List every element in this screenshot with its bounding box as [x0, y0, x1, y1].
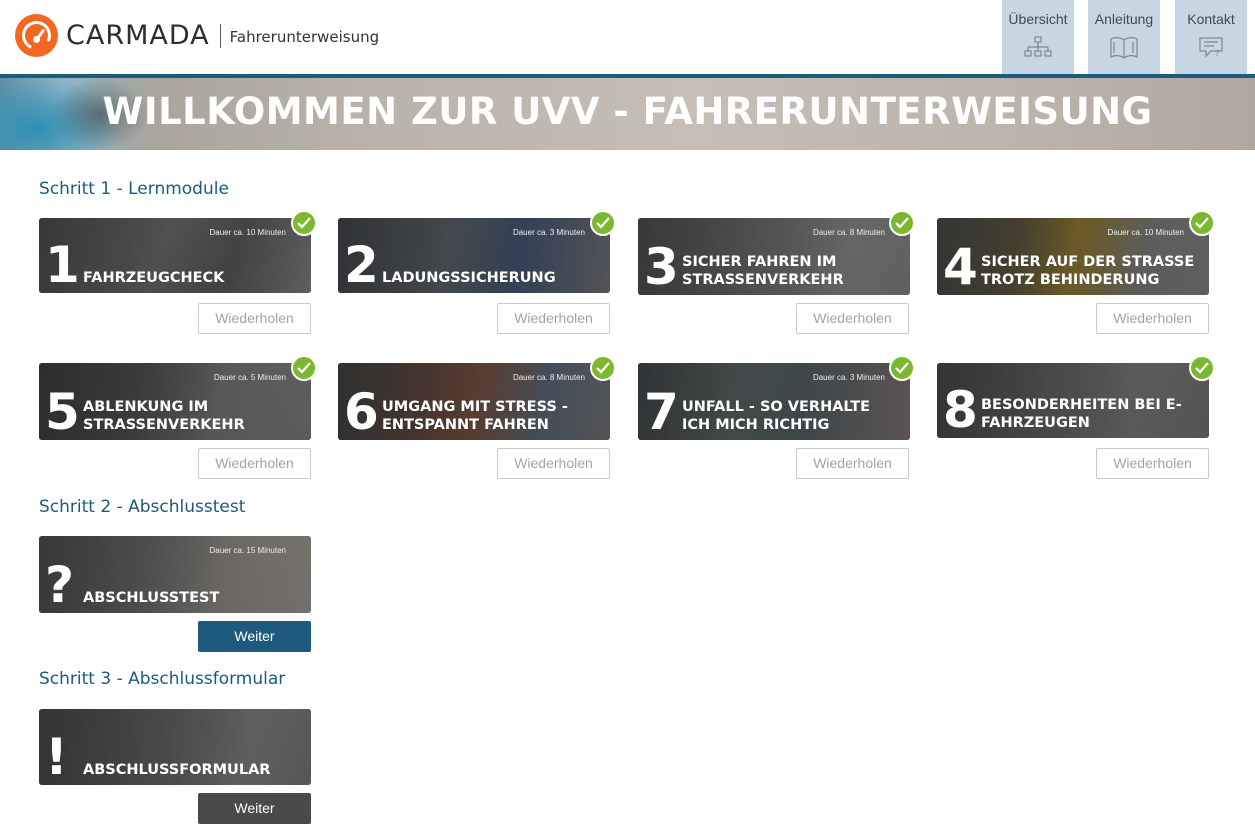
completed-check-icon — [889, 355, 915, 381]
module-number: 4 — [943, 238, 978, 295]
module-tile-8[interactable]: 8 BESONDERHEITEN BEI E-FAHRZEUGEN — [937, 363, 1209, 438]
module-title: BESONDERHEITEN BEI E-FAHRZEUGEN — [981, 397, 1182, 431]
chat-icon: ? — [1199, 37, 1223, 58]
welcome-banner: WILLKOMMEN ZUR UVV - FAHRERUNTERWEISUNG — [0, 78, 1255, 150]
repeat-button-3[interactable]: Wiederholen — [796, 303, 909, 334]
module-title: SICHER AUF DER STRASSE TROTZ BEHINDERUNG — [981, 254, 1195, 288]
completed-check-icon — [590, 355, 616, 381]
module-title: FAHRZEUGCHECK — [83, 270, 225, 286]
module-number: 6 — [344, 383, 379, 440]
repeat-button-4[interactable]: Wiederholen — [1096, 303, 1209, 334]
completed-check-icon — [291, 210, 317, 236]
brand-subtitle: Fahrerunterweisung — [229, 27, 380, 46]
completed-check-icon — [590, 210, 616, 236]
module-duration: Dauer ca. 10 Minuten — [1107, 228, 1185, 237]
module-duration: Dauer ca. 8 Minuten — [512, 373, 585, 382]
continue-test-button[interactable]: Weiter — [198, 621, 311, 652]
module-number: 3 — [644, 238, 679, 295]
completed-check-icon — [1189, 210, 1215, 236]
nav-anleitung-label: Anleitung — [1094, 11, 1154, 27]
site-header: CARMADA Fahrerunterweisung Übersicht Anl… — [0, 0, 1255, 74]
module-duration: Dauer ca. 3 Minuten — [812, 373, 885, 382]
banner-title: WILLKOMMEN ZUR UVV - FAHRERUNTERWEISUNG — [102, 90, 1153, 133]
module-number: 7 — [644, 383, 679, 440]
module-tile-7[interactable]: Dauer ca. 3 Minuten 7 UNFALL - SO VERHAL… — [638, 363, 910, 440]
sitemap-icon — [1024, 36, 1052, 57]
completed-check-icon — [1189, 355, 1215, 381]
continue-form-button[interactable]: Weiter — [198, 793, 311, 824]
final-test-tile[interactable]: Dauer ca. 15 Minuten ? ABSCHLUSSTEST — [39, 536, 311, 613]
module-title: UMGANG MIT STRESS - ENTSPANNT FAHREN — [382, 399, 568, 433]
nav-anleitung-button[interactable]: Anleitung — [1088, 0, 1160, 74]
nav-uebersicht-button[interactable]: Übersicht — [1002, 0, 1074, 74]
nav-kontakt-button[interactable]: Kontakt ? — [1175, 0, 1247, 74]
nav-kontakt-label: Kontakt — [1187, 11, 1235, 27]
repeat-button-5[interactable]: Wiederholen — [198, 448, 311, 479]
repeat-button-7[interactable]: Wiederholen — [796, 448, 909, 479]
module-tile-2[interactable]: Dauer ca. 3 Minuten 2 LADUNGSSICHERUNG — [338, 218, 610, 293]
module-title: UNFALL - SO VERHALTE ICH MICH RICHTIG — [682, 399, 871, 433]
brand-divider — [219, 23, 221, 48]
repeat-button-6[interactable]: Wiederholen — [497, 448, 610, 479]
module-number: 1 — [45, 236, 80, 293]
module-title: ABSCHLUSSFORMULAR — [83, 762, 271, 778]
module-number: 5 — [45, 383, 80, 440]
repeat-button-1[interactable]: Wiederholen — [198, 303, 311, 334]
repeat-button-2[interactable]: Wiederholen — [497, 303, 610, 334]
step1-title: Schritt 1 - Lernmodule — [39, 179, 229, 199]
completed-check-icon — [889, 210, 915, 236]
module-duration: Dauer ca. 15 Minuten — [209, 546, 287, 555]
module-duration: Dauer ca. 5 Minuten — [213, 373, 286, 382]
completed-check-icon — [291, 355, 317, 381]
module-title: SICHER FAHREN IM STRASSENVERKEHR — [682, 254, 844, 288]
module-tile-3[interactable]: Dauer ca. 8 Minuten 3 SICHER FAHREN IM S… — [638, 218, 910, 295]
module-duration: Dauer ca. 3 Minuten — [512, 228, 585, 237]
final-form-tile[interactable]: ! ABSCHLUSSFORMULAR — [39, 709, 311, 785]
module-number: ? — [45, 556, 75, 613]
module-number: ! — [45, 728, 68, 785]
module-tile-4[interactable]: Dauer ca. 10 Minuten 4 SICHER AUF DER ST… — [937, 218, 1209, 295]
brand-name: CARMADA — [66, 20, 210, 51]
module-title: LADUNGSSICHERUNG — [382, 270, 556, 286]
svg-text:?: ? — [1215, 49, 1219, 58]
repeat-button-8[interactable]: Wiederholen — [1096, 448, 1209, 479]
module-title: ABSCHLUSSTEST — [83, 590, 220, 606]
module-duration: Dauer ca. 8 Minuten — [812, 228, 885, 237]
module-duration: Dauer ca. 10 Minuten — [209, 228, 287, 237]
module-tile-6[interactable]: Dauer ca. 8 Minuten 6 UMGANG MIT STRESS … — [338, 363, 610, 440]
step2-title: Schritt 2 - Abschlusstest — [39, 497, 246, 517]
carmada-logo[interactable]: CARMADA Fahrerunterweisung — [15, 14, 379, 57]
module-number: 2 — [344, 236, 379, 293]
module-number: 8 — [943, 381, 978, 438]
nav-uebersicht-label: Übersicht — [1008, 11, 1068, 27]
module-tile-1[interactable]: Dauer ca. 10 Minuten 1 FAHRZEUGCHECK — [39, 218, 311, 293]
module-tile-5[interactable]: Dauer ca. 5 Minuten 5 ABLENKUNG IM STRAS… — [39, 363, 311, 440]
speedometer-logo-icon — [15, 14, 58, 57]
module-title: ABLENKUNG IM STRASSENVERKEHR — [83, 399, 245, 433]
book-icon — [1110, 37, 1138, 59]
step3-title: Schritt 3 - Abschlussformular — [39, 669, 286, 689]
